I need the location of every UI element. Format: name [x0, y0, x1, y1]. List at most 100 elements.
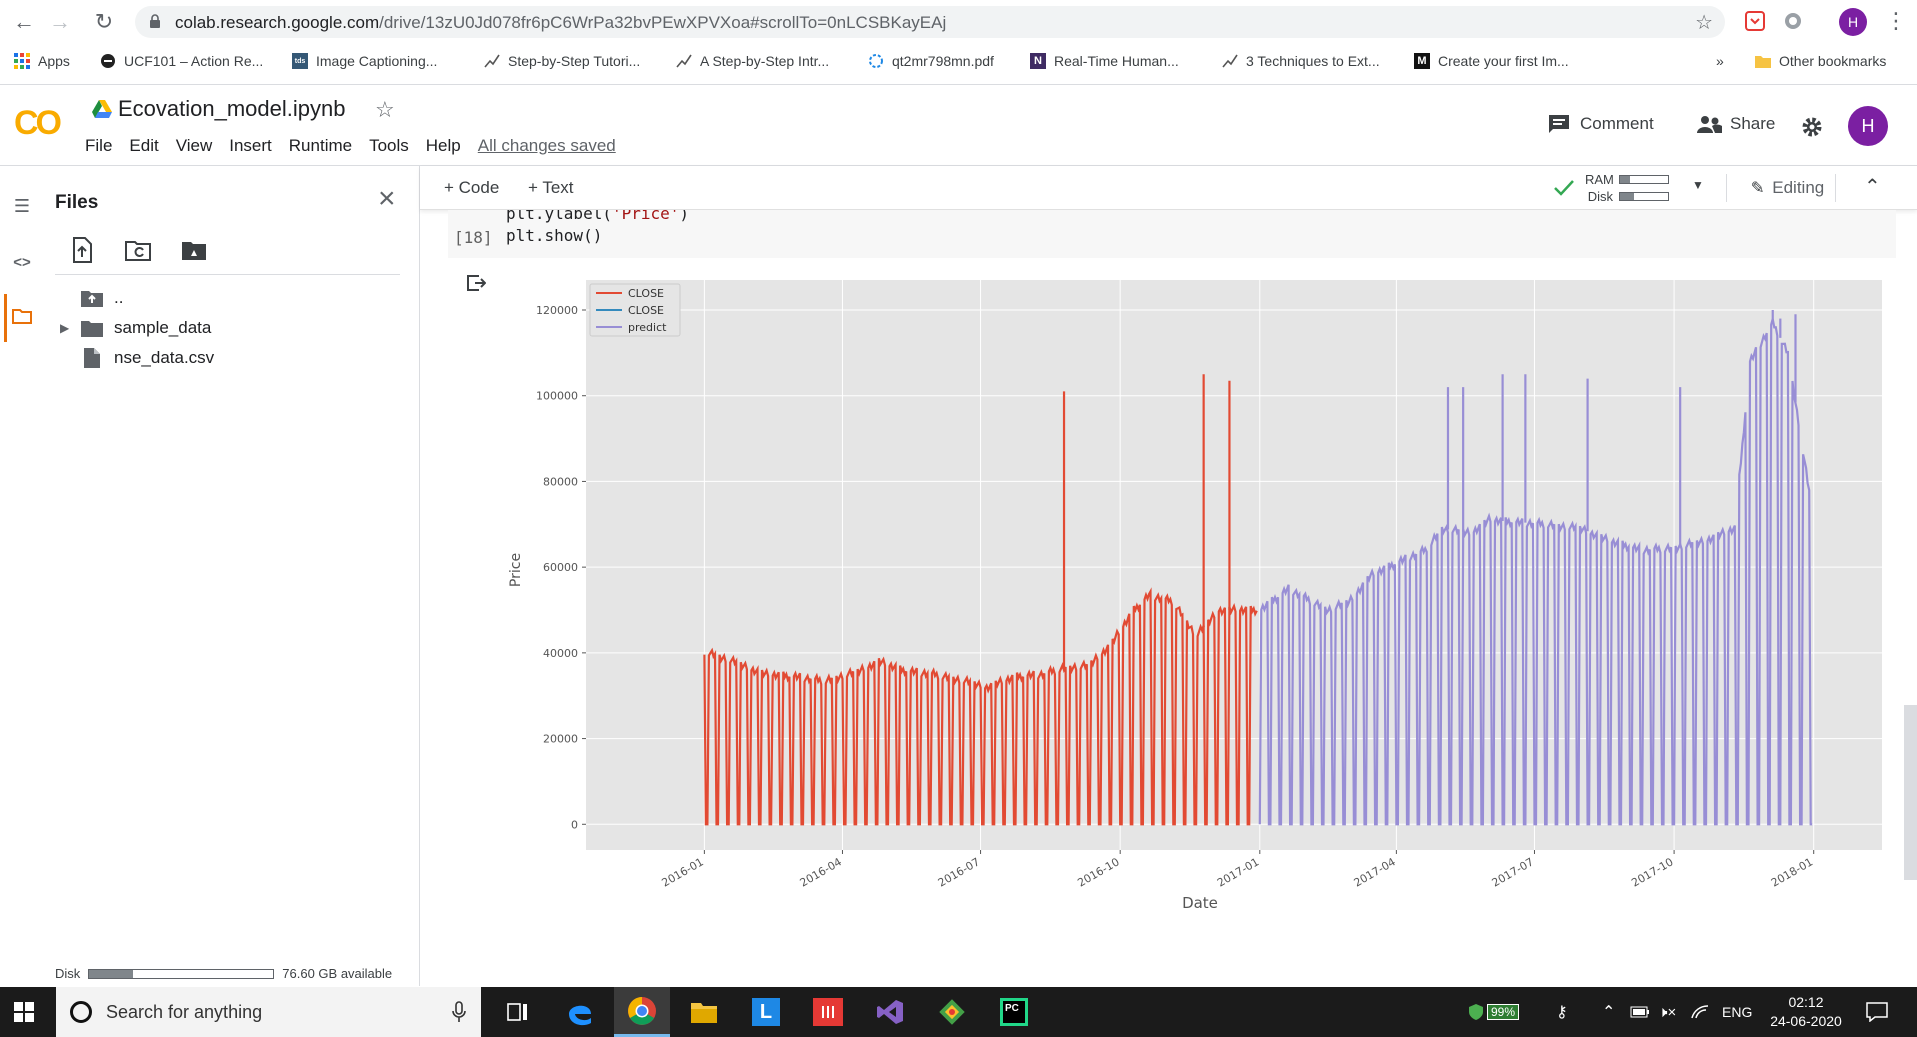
red-app-icon[interactable] — [800, 987, 856, 1037]
toolbar-divider-2 — [1835, 174, 1836, 202]
clock-time: 02:12 — [1788, 994, 1824, 1010]
other-bookmarks[interactable]: Other bookmarks — [1755, 50, 1886, 72]
notebook-toolbar: + Code + Text RAM Disk ▼ ✏ Editing ⌃ — [420, 166, 1917, 210]
file-explorer-icon[interactable] — [676, 987, 732, 1037]
bookmark-step-by-step-tutorial[interactable]: Step-by-Step Tutori... — [484, 50, 640, 72]
notebook-scrollbar[interactable] — [1904, 705, 1917, 880]
chrome-app-icon[interactable] — [614, 987, 670, 1037]
bookmark-star-icon[interactable]: ☆ — [1695, 10, 1713, 35]
settings-gear-icon[interactable] — [1801, 116, 1823, 138]
star-notebook-icon[interactable]: ☆ — [375, 97, 395, 123]
wifi-icon[interactable] — [1690, 987, 1710, 1037]
bookmark-3-techniques[interactable]: 3 Techniques to Ext... — [1222, 50, 1380, 72]
folder-icon — [1755, 53, 1771, 69]
clock-date: 24-06-2020 — [1770, 1013, 1842, 1029]
x-axis-label: Date — [1182, 894, 1218, 912]
connected-check-icon — [1554, 180, 1574, 196]
output-actions-icon[interactable] — [466, 274, 486, 292]
menu-runtime[interactable]: Runtime — [289, 136, 352, 156]
notifications-icon[interactable] — [1866, 987, 1888, 1037]
y-tick-label: 40000 — [543, 647, 578, 660]
toolbar-divider — [1726, 174, 1727, 202]
browser-profile-avatar[interactable]: H — [1839, 8, 1867, 36]
address-bar[interactable]: colab.research.google.com/drive/13zU0Jd0… — [135, 6, 1725, 38]
disk-usage-fill — [89, 969, 134, 978]
edge-browser-icon[interactable] — [552, 987, 608, 1037]
battery-indicator[interactable]: 99% — [1468, 987, 1520, 1037]
search-placeholder: Search for anything — [106, 1002, 263, 1022]
menu-file[interactable]: File — [85, 136, 112, 156]
disk-usage-bar — [88, 968, 275, 979]
save-status[interactable]: All changes saved — [478, 136, 616, 156]
menu-help[interactable]: Help — [426, 136, 461, 156]
reload-button[interactable]: ↻ — [90, 8, 118, 36]
taskbar-clock[interactable]: 02:12 24-06-2020 — [1758, 993, 1854, 1031]
x-tick-label: 2016-10 — [1075, 855, 1121, 889]
chrome-menu-icon[interactable]: ⋮ — [1885, 8, 1907, 34]
bookmark-pdf[interactable]: qt2mr798mn.pdf — [868, 50, 994, 72]
l-app-icon[interactable]: L — [738, 987, 794, 1037]
menu-view[interactable]: View — [176, 136, 213, 156]
extension-circle-icon[interactable] — [1782, 10, 1804, 32]
close-panel-icon[interactable]: × — [378, 182, 396, 216]
runtime-dropdown-icon[interactable]: ▼ — [1692, 178, 1704, 192]
volume-muted-icon[interactable]: 🕨× — [1658, 987, 1676, 1037]
task-view-icon[interactable] — [490, 987, 546, 1037]
active-tab-indicator — [4, 294, 7, 342]
mount-drive-icon[interactable] — [180, 236, 208, 264]
medium-logo-icon: M — [1414, 53, 1430, 69]
pycharm-icon[interactable]: PC — [986, 987, 1042, 1037]
menu-edit[interactable]: Edit — [129, 136, 158, 156]
expand-caret-icon[interactable]: ▶ — [60, 321, 80, 335]
tds-icon: tds — [292, 53, 308, 69]
legend-label-predict: predict — [628, 321, 667, 334]
account-avatar[interactable]: H — [1848, 106, 1888, 146]
menu-tools[interactable]: Tools — [369, 136, 409, 156]
visual-studio-icon[interactable] — [862, 987, 918, 1037]
tree-item-nse-data[interactable]: nse_data.csv — [60, 346, 214, 370]
collapse-chevron-icon[interactable]: ⌃ — [1864, 174, 1881, 199]
language-indicator[interactable]: ENG — [1722, 987, 1752, 1037]
sidebar-icon-rail: ☰ <> — [0, 166, 40, 986]
git-tool-icon[interactable] — [924, 987, 980, 1037]
pocket-extension-icon[interactable] — [1744, 10, 1766, 32]
share-button[interactable]: Share — [1696, 114, 1775, 134]
code-cell[interactable]: [18] plt.ylabel('Price') plt.show() — [448, 210, 1896, 258]
back-button[interactable]: ← — [10, 8, 38, 36]
bookmarks-overflow-button[interactable]: » — [1716, 50, 1724, 72]
show-hidden-icons[interactable]: ⌃ — [1602, 987, 1615, 1037]
bookmark-create-first[interactable]: M Create your first Im... — [1414, 50, 1569, 72]
bookmark-real-time-human[interactable]: N Real-Time Human... — [1030, 50, 1179, 72]
comment-button[interactable]: Comment — [1548, 114, 1654, 134]
microphone-icon[interactable] — [452, 1001, 466, 1023]
bookmark-ucf101[interactable]: UCF101 – Action Re... — [100, 50, 263, 72]
google-drive-icon[interactable] — [92, 100, 112, 118]
bookmark-apps[interactable]: Apps — [14, 50, 70, 72]
windows-start-icon[interactable] — [14, 1002, 34, 1022]
upload-file-icon[interactable] — [68, 236, 96, 264]
browser-chrome: ← → ↻ colab.research.google.com/drive/13… — [0, 0, 1917, 85]
menu-insert[interactable]: Insert — [229, 136, 272, 156]
x-tick-label: 2017-07 — [1490, 855, 1536, 889]
add-text-button[interactable]: + Text — [528, 178, 574, 198]
battery-icon[interactable] — [1630, 987, 1650, 1037]
people-tray-icon[interactable]: ⚷ — [1556, 987, 1568, 1037]
refresh-folder-icon[interactable] — [124, 236, 152, 264]
editing-mode-button[interactable]: ✏ Editing — [1746, 176, 1825, 200]
colab-header: CO Ecovation_model.ipynb ☆ File Edit Vie… — [0, 86, 1917, 166]
bookmark-image-captioning[interactable]: tds Image Captioning... — [292, 50, 437, 72]
forward-button[interactable]: → — [46, 8, 74, 36]
panel-divider — [55, 274, 400, 275]
table-of-contents-icon[interactable]: ☰ — [8, 192, 36, 220]
bookmark-step-by-step-intro[interactable]: A Step-by-Step Intr... — [676, 50, 829, 72]
taskbar-search[interactable]: Search for anything — [56, 987, 481, 1037]
menu-bar: File Edit View Insert Runtime Tools Help… — [85, 136, 633, 156]
colab-logo[interactable]: CO — [14, 104, 62, 143]
tree-item-parent[interactable]: .. — [60, 286, 123, 310]
code-snippets-icon[interactable]: <> — [8, 248, 36, 276]
disk-available-text: 76.60 GB available — [282, 966, 393, 981]
tree-item-sample-data[interactable]: ▶ sample_data — [60, 316, 211, 340]
notebook-title[interactable]: Ecovation_model.ipynb — [118, 96, 345, 122]
add-code-button[interactable]: + Code — [444, 178, 499, 198]
files-folder-icon[interactable] — [8, 302, 36, 330]
